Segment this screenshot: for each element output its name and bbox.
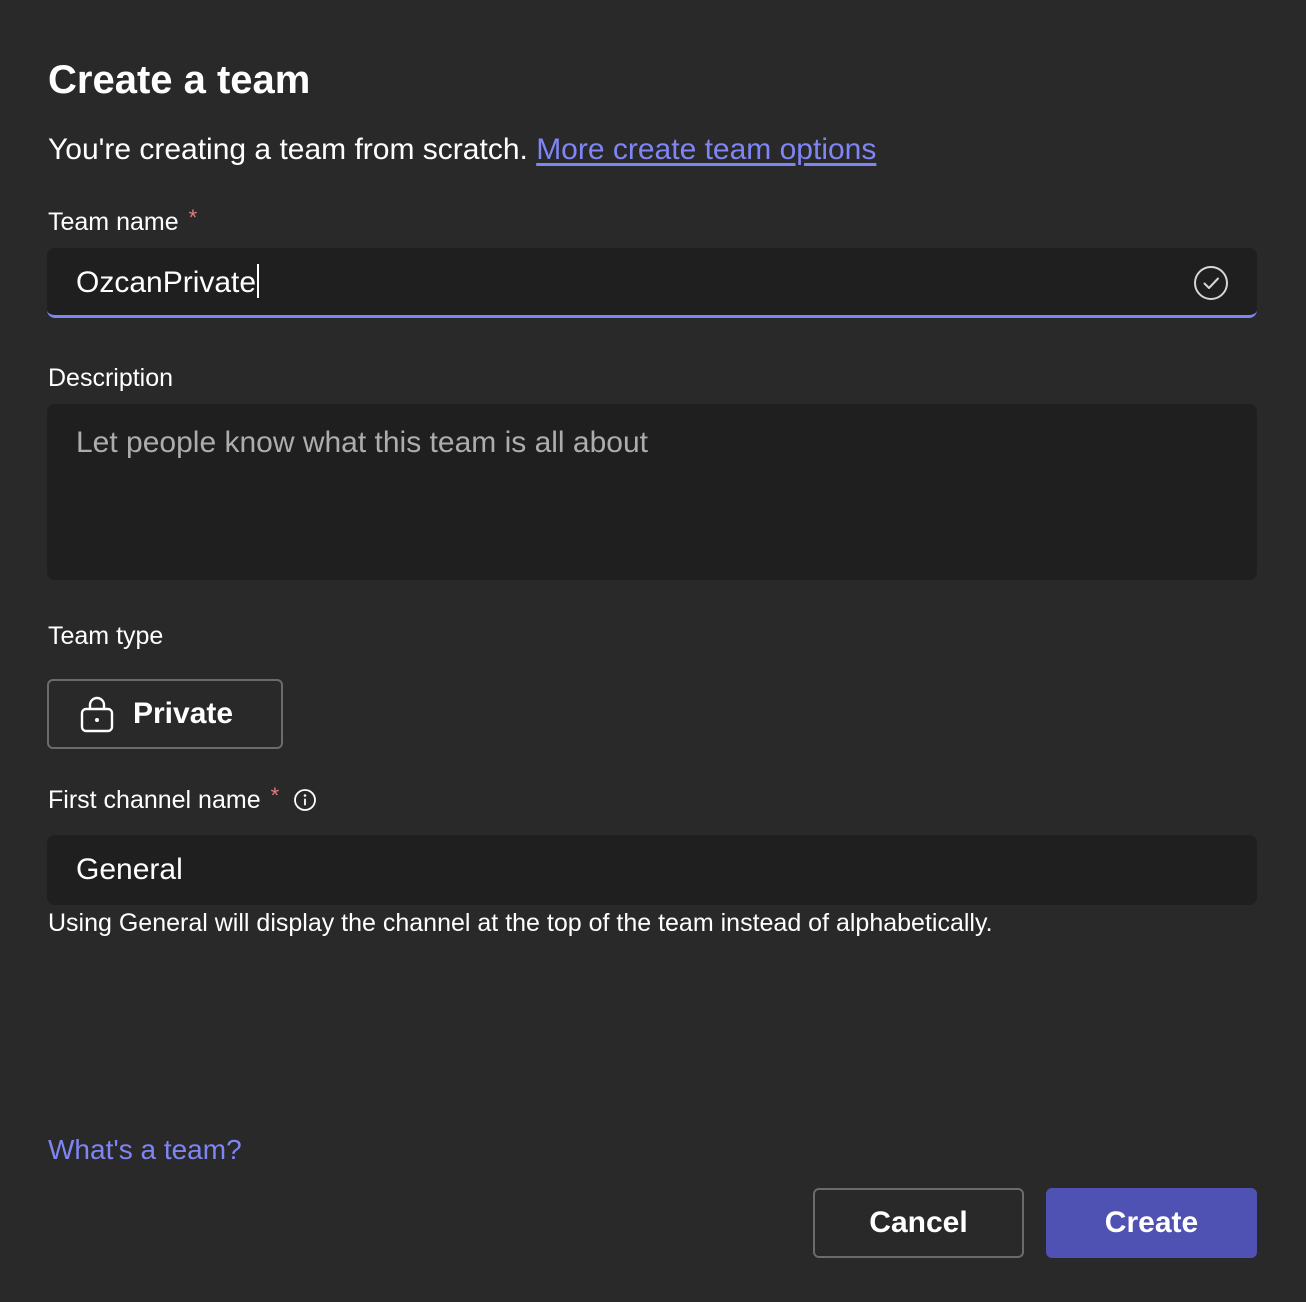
- first-channel-value: General: [76, 853, 183, 886]
- team-name-label-text: Team name: [48, 208, 179, 236]
- lock-icon: [80, 696, 114, 733]
- subtitle-text: You're creating a team from scratch.: [48, 133, 528, 166]
- team-name-value: OzcanPrivate: [76, 266, 257, 299]
- description-label: Description: [48, 364, 174, 392]
- create-team-dialog: Create a team You're creating a team fro…: [0, 0, 1306, 1302]
- description-placeholder: Let people know what this team is all ab…: [76, 426, 649, 459]
- first-channel-label: First channel name *: [48, 783, 317, 816]
- team-type-value: Private: [133, 697, 234, 730]
- dialog-title: Create a team: [48, 58, 311, 102]
- description-textarea[interactable]: Let people know what this team is all ab…: [47, 404, 1257, 580]
- create-button[interactable]: Create: [1046, 1188, 1257, 1258]
- first-channel-label-text: First channel name: [48, 786, 261, 814]
- team-name-value-wrap: OzcanPrivate: [76, 264, 260, 300]
- required-asterisk: *: [188, 205, 198, 230]
- more-options-link[interactable]: More create team options: [536, 133, 876, 166]
- cancel-button[interactable]: Cancel: [813, 1188, 1024, 1258]
- first-channel-input[interactable]: General: [47, 835, 1257, 905]
- whats-a-team-link[interactable]: What's a team?: [48, 1132, 242, 1168]
- required-asterisk: *: [270, 783, 280, 808]
- team-name-input[interactable]: OzcanPrivate: [47, 248, 1257, 318]
- info-icon[interactable]: [293, 788, 317, 812]
- checkmark-circle-icon: [1194, 266, 1228, 300]
- team-type-button[interactable]: Private: [47, 679, 283, 749]
- team-name-label: Team name *: [48, 205, 197, 238]
- dialog-subtitle: You're creating a team from scratch. Mor…: [48, 130, 876, 170]
- text-caret: [257, 264, 260, 298]
- first-channel-hint: Using General will display the channel a…: [48, 909, 993, 937]
- team-type-label: Team type: [48, 622, 164, 650]
